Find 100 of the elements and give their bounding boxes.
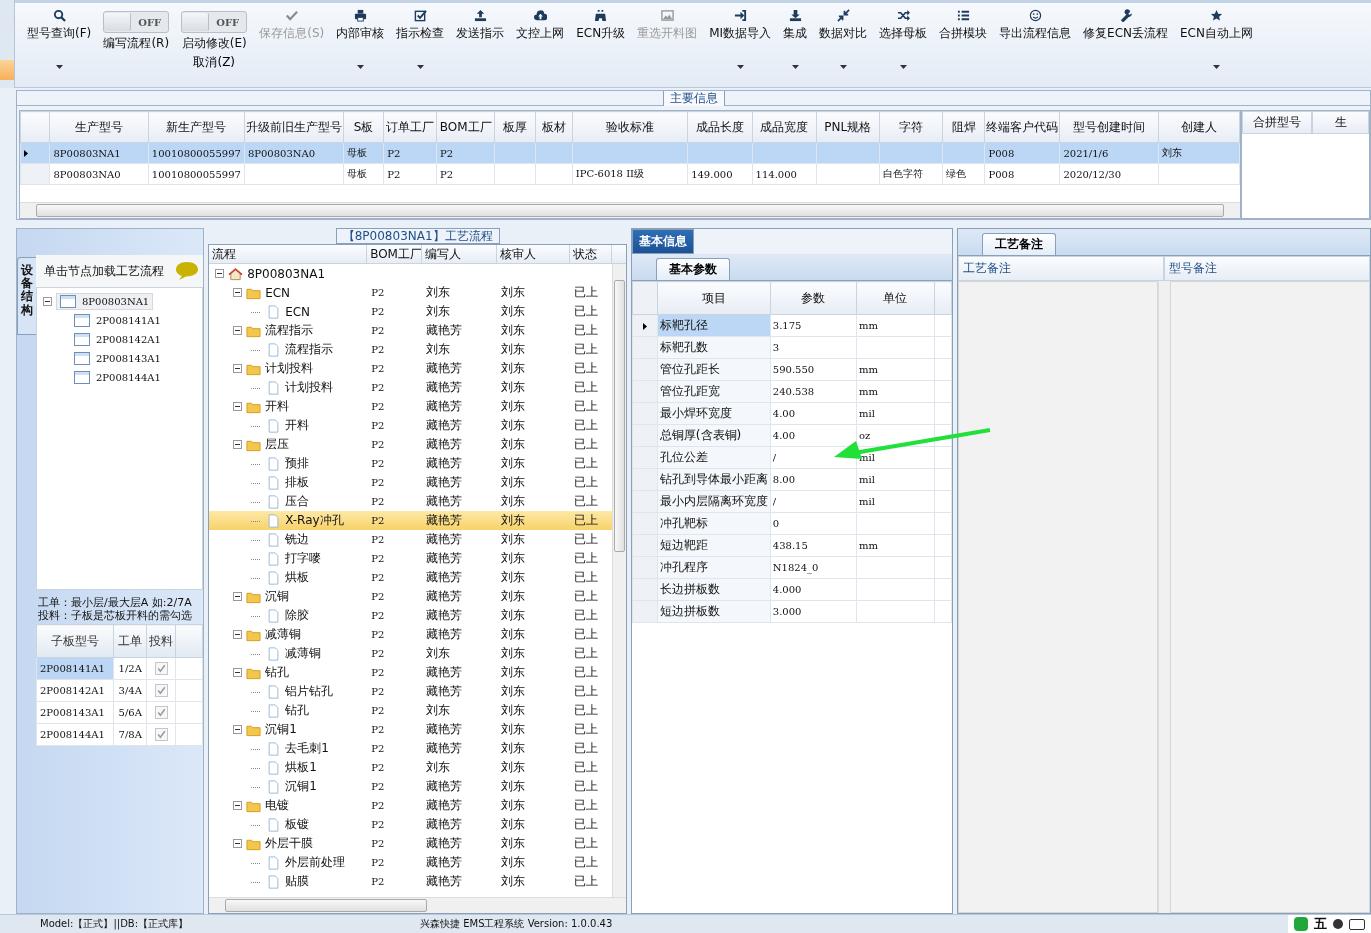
tree-row[interactable]: 减薄铜 P2 刘东 刘东 已上: [209, 644, 613, 663]
tree-node[interactable]: 2P008142A1: [71, 332, 164, 347]
collapse-icon[interactable]: [233, 364, 243, 373]
tree-row[interactable]: 开料 P2 藏艳芳 刘东 已上: [209, 416, 613, 435]
collapse-icon[interactable]: [233, 668, 243, 677]
column-header[interactable]: 阻焊: [942, 111, 985, 143]
vertical-scrollbar[interactable]: [1158, 281, 1170, 913]
tree-row[interactable]: 钻孔 P2 藏艳芳 刘东 已上: [209, 663, 613, 682]
column-header[interactable]: 合拼型号: [1242, 111, 1312, 134]
toolbar-button[interactable]: 修复ECN丢流程: [1077, 7, 1175, 44]
toolbar-button[interactable]: 发送指示: [450, 7, 511, 44]
collapse-icon[interactable]: [215, 269, 225, 278]
column-header[interactable]: 单位: [856, 281, 935, 315]
collapse-icon[interactable]: [43, 297, 52, 306]
cancel-button[interactable]: 取消(Z): [193, 54, 236, 71]
toolbar-button[interactable]: 选择母板: [873, 7, 934, 71]
toggle-switch[interactable]: OFF: [103, 11, 170, 33]
column-header[interactable]: 订单工厂: [383, 111, 437, 143]
checkbox[interactable]: [154, 684, 168, 697]
tree-row[interactable]: ECN P2 刘东 刘东 已上: [209, 302, 613, 321]
collapse-icon[interactable]: [233, 288, 243, 297]
column-header[interactable]: 型号备注: [1164, 256, 1370, 281]
column-header[interactable]: 创建人: [1158, 111, 1240, 143]
column-header[interactable]: 编写人: [422, 245, 498, 263]
column-header[interactable]: 字符: [879, 111, 943, 143]
toolbar-button[interactable]: ECN升级: [570, 7, 632, 44]
tree-row[interactable]: 沉铜 P2 藏艳芳 刘东 已上: [209, 587, 613, 606]
side-tab[interactable]: 设备结构: [17, 257, 36, 335]
column-header[interactable]: BOM工厂: [367, 245, 423, 263]
collapse-icon[interactable]: [233, 801, 243, 810]
ime-toolbar[interactable]: 五: [1288, 915, 1371, 933]
tree-row[interactable]: 烘板 P2 藏艳芳 刘东 已上: [209, 568, 613, 587]
tree-row[interactable]: 8P00803NA1: [209, 264, 613, 283]
tree-row[interactable]: 钻孔 P2 刘东 刘东 已上: [209, 701, 613, 720]
tree-row[interactable]: 流程指示 P2 藏艳芳 刘东 已上: [209, 321, 613, 340]
collapse-icon[interactable]: [233, 402, 243, 411]
tab[interactable]: 基本信息: [632, 229, 695, 254]
table-cell[interactable]: 2P008144A1: [36, 723, 114, 746]
toolbar-button[interactable]: ECN自动上网: [1174, 7, 1259, 71]
checkbox[interactable]: [154, 662, 168, 675]
column-header[interactable]: BOM工厂: [436, 111, 495, 143]
tree-row[interactable]: 计划投料 P2 藏艳芳 刘东 已上: [209, 359, 613, 378]
tree-node[interactable]: 2P008141A1: [71, 313, 164, 328]
table-cell[interactable]: 2P008141A1: [36, 657, 114, 680]
tree-row[interactable]: 压合 P2 藏艳芳 刘东 已上: [209, 492, 613, 511]
toolbar-button[interactable]: 内部审核: [330, 7, 391, 71]
tree-row[interactable]: 减薄铜 P2 藏艳芳 刘东 已上: [209, 625, 613, 644]
column-header[interactable]: 投料: [146, 624, 176, 658]
collapse-icon[interactable]: [233, 725, 243, 734]
tree-row[interactable]: 沉铜1 P2 藏艳芳 刘东 已上: [209, 720, 613, 739]
tree-row[interactable]: ECN P2 刘东 刘东 已上: [209, 283, 613, 302]
toolbar-button[interactable]: 指示检查: [390, 7, 451, 71]
tree-row[interactable]: 外层前处理 P2 藏艳芳 刘东 已上: [209, 853, 613, 872]
tab[interactable]: 基本参数: [656, 258, 731, 280]
collapse-icon[interactable]: [233, 592, 243, 601]
tree-row[interactable]: 除胶 P2 藏艳芳 刘东 已上: [209, 606, 613, 625]
tree-row[interactable]: 预排 P2 藏艳芳 刘东 已上: [209, 454, 613, 473]
column-header[interactable]: 型号创建时间: [1059, 111, 1159, 143]
checkbox[interactable]: [154, 728, 168, 741]
tree-row[interactable]: 贴膜 P2 藏艳芳 刘东 已上: [209, 872, 613, 891]
column-header[interactable]: PNL规格: [816, 111, 880, 143]
tree-row[interactable]: 开料 P2 藏艳芳 刘东 已上: [209, 397, 613, 416]
column-header[interactable]: 参数: [770, 281, 857, 315]
column-header[interactable]: 升级前旧生产型号: [244, 111, 344, 143]
vertical-scrollbar[interactable]: [612, 264, 627, 897]
column-header[interactable]: 成品长度: [687, 111, 753, 143]
column-header[interactable]: 状态: [570, 245, 613, 263]
toggle-switch[interactable]: OFF: [181, 11, 248, 33]
toolbar-button[interactable]: 文控上网: [510, 7, 571, 44]
tree-row[interactable]: 层压 P2 藏艳芳 刘东 已上: [209, 435, 613, 454]
column-header[interactable]: 核审人: [497, 245, 571, 263]
column-header[interactable]: 终端客户代码: [984, 111, 1060, 143]
tree-node[interactable]: 2P008143A1: [71, 351, 164, 366]
tree-node[interactable]: 8P00803NA1: [56, 293, 154, 310]
tree-row[interactable]: 外层干膜 P2 藏艳芳 刘东 已上: [209, 834, 613, 853]
toolbar-button[interactable]: 合拼模块: [933, 7, 994, 44]
tree-row[interactable]: 铣边 P2 藏艳芳 刘东 已上: [209, 530, 613, 549]
tree-row[interactable]: 去毛刺1 P2 藏艳芳 刘东 已上: [209, 739, 613, 758]
column-header[interactable]: 成品宽度: [752, 111, 817, 143]
column-header[interactable]: 子板型号: [36, 624, 114, 658]
collapse-icon[interactable]: [233, 630, 243, 639]
column-header[interactable]: 板厚: [494, 111, 536, 143]
toolbar-button[interactable]: 集成: [777, 7, 814, 71]
tree-row[interactable]: 计划投料 P2 藏艳芳 刘东 已上: [209, 378, 613, 397]
grid-row[interactable]: 8P00803NA1 10010800055997 8P00803NA0 母板 P2 P2 P008 2021/1/6 刘东: [20, 142, 1240, 164]
tree-row[interactable]: X-Ray冲孔 P2 藏艳芳 刘东 已上: [209, 511, 613, 530]
column-header[interactable]: 新生产型号: [148, 111, 245, 143]
tab[interactable]: 工艺备注: [982, 233, 1056, 255]
tree-row[interactable]: 打字嘜 P2 藏艳芳 刘东 已上: [209, 549, 613, 568]
collapse-icon[interactable]: [233, 839, 243, 848]
tree-row[interactable]: 铝片钻孔 P2 藏艳芳 刘东 已上: [209, 682, 613, 701]
column-header[interactable]: 板材: [535, 111, 573, 143]
collapse-icon[interactable]: [233, 326, 243, 335]
column-header[interactable]: 工艺备注: [958, 256, 1164, 281]
grid-row[interactable]: 8P00803NA0 10010800055997 母板 P2 P2 IPC-6018 II级 149.000 114.000 白色字符 绿色 P008 2020/12/30: [20, 163, 1240, 185]
column-header[interactable]: 生产型号: [49, 111, 149, 143]
column-header[interactable]: 流程: [209, 245, 368, 263]
tree-row[interactable]: 板镀 P2 藏艳芳 刘东 已上: [209, 815, 613, 834]
column-header[interactable]: 验收标准: [572, 111, 688, 143]
tree-row[interactable]: 沉铜1 P2 藏艳芳 刘东 已上: [209, 777, 613, 796]
